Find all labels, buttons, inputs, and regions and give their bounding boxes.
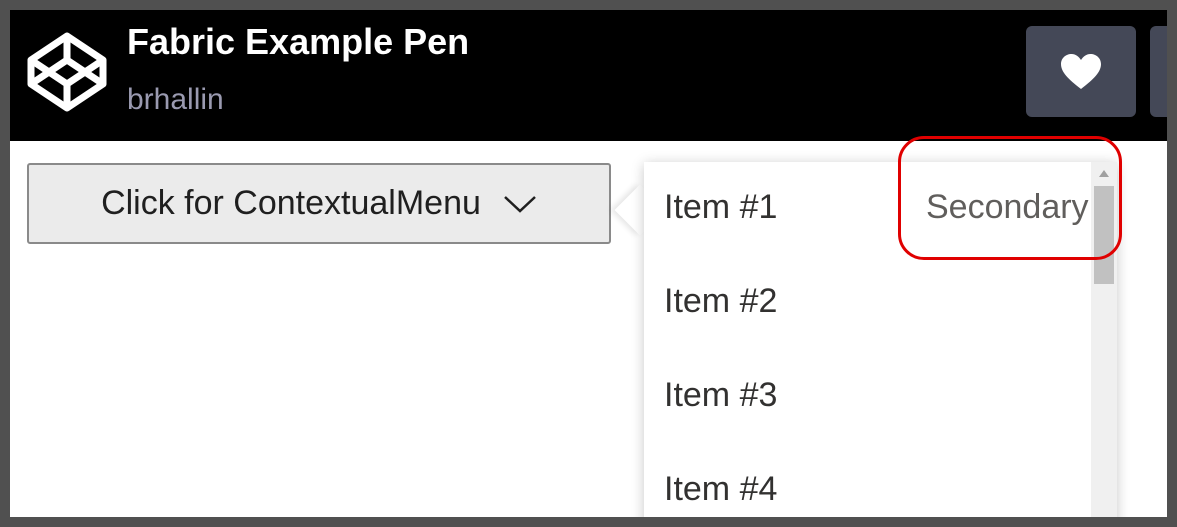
codepen-logo-icon[interactable]	[25, 30, 109, 114]
menu-list: Item #1 Secondary Item #2 Item #3 Item #…	[644, 162, 1091, 517]
header-action-button[interactable]	[1150, 26, 1167, 117]
menu-item[interactable]: Item #3	[644, 350, 1091, 444]
heart-icon	[1061, 53, 1101, 89]
codepen-window: Fabric Example Pen brhallin Click for Co…	[10, 10, 1167, 517]
contextual-menu: Item #1 Secondary Item #2 Item #3 Item #…	[644, 162, 1117, 517]
menu-item-secondary-text: Secondary	[926, 188, 1089, 226]
menu-item-label: Item #3	[664, 376, 778, 414]
menu-item-label: Item #2	[664, 282, 778, 320]
scroll-up-button[interactable]	[1091, 162, 1117, 184]
menu-scrollbar[interactable]	[1091, 162, 1117, 517]
menu-item-label: Item #1	[664, 188, 778, 226]
contextual-menu-button[interactable]: Click for ContextualMenu	[27, 163, 611, 244]
chevron-down-icon	[504, 195, 536, 213]
pen-title: Fabric Example Pen	[127, 21, 470, 62]
menu-item-label: Item #4	[664, 470, 778, 508]
menu-button-label: Click for ContextualMenu	[101, 184, 481, 222]
menu-item[interactable]: Item #4	[644, 444, 1091, 517]
pen-author[interactable]: brhallin	[127, 80, 224, 120]
scrollbar-thumb[interactable]	[1094, 186, 1114, 284]
caret-up-icon	[1099, 169, 1109, 177]
pen-header: Fabric Example Pen brhallin	[10, 10, 1167, 141]
menu-item[interactable]: Item #2	[644, 256, 1091, 350]
like-button[interactable]	[1026, 26, 1136, 117]
menu-item[interactable]: Item #1 Secondary	[644, 162, 1091, 256]
